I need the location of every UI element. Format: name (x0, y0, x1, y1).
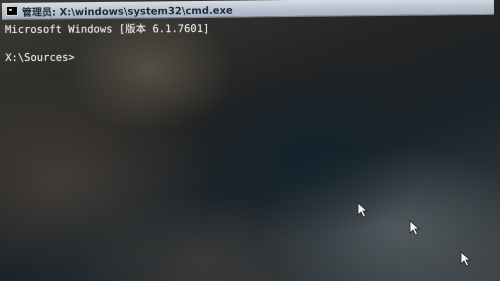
console-output[interactable]: Microsoft Windows [版本 6.1.7601] X:\Sourc… (5, 20, 485, 65)
window-title: 管理员: X:\windows\system32\cmd.exe (21, 5, 233, 19)
console-prompt[interactable]: X:\Sources> (5, 48, 485, 65)
cmd-screen: 管理员: X:\windows\system32\cmd.exe Microso… (0, 0, 500, 281)
window-titlebar[interactable]: 管理员: X:\windows\system32\cmd.exe (1, 0, 495, 20)
cmd-icon[interactable] (5, 5, 19, 16)
